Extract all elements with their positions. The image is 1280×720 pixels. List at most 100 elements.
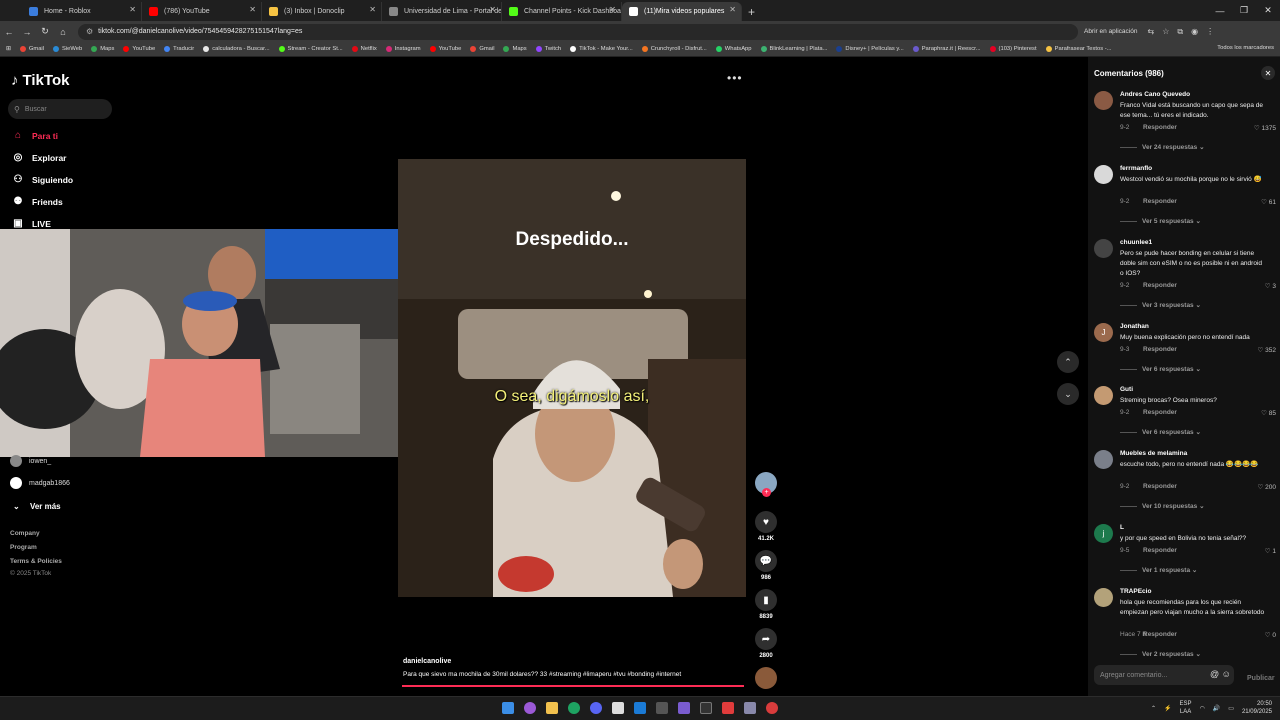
publish-button[interactable]: Publicar [1247,675,1275,682]
app-icon[interactable] [700,702,712,714]
close-tab-icon[interactable]: ✕ [489,5,496,14]
bookmark-item[interactable]: Paraphraz.it | Reescr... [912,46,981,52]
video-player[interactable]: Despedido... O sea, digámoslo así, [398,159,746,597]
bookmark-item[interactable]: TikTok - Make Your... [570,46,633,52]
save-button[interactable]: ▮ 8839 [755,589,777,620]
commenter-name[interactable]: Guti [1120,386,1133,393]
commenter-name[interactable]: ferrmanflo [1120,165,1152,172]
commenter-name[interactable]: Jonathan [1120,323,1149,330]
commenter-name[interactable]: L [1120,524,1124,531]
home-button[interactable]: ⌂ [54,27,72,37]
bookmark-item[interactable]: Crunchyroll - Disfrut... [641,46,707,52]
open-in-app-button[interactable]: Abrir en aplicación [1084,28,1137,35]
discord-icon[interactable] [590,702,602,714]
comment-like-button[interactable]: ♡ 200 [1258,483,1277,491]
view-replies-button[interactable]: Ver 3 respuestas ⌄ [1120,301,1201,309]
profile-icon[interactable]: ◉ [1191,27,1198,37]
bookmark-item[interactable]: Gmail [19,46,44,52]
commenter-name[interactable]: TRAPEcio [1120,588,1151,595]
reload-button[interactable]: ↻ [36,26,54,37]
menu-icon[interactable]: ⋮ [1206,27,1214,37]
nav-explorar[interactable]: ◎ Explorar [12,152,67,163]
close-tab-icon[interactable]: ✕ [729,5,736,14]
wifi-icon[interactable]: ◠ [1200,705,1205,712]
footer-terms[interactable]: Terms & Policies [10,558,62,565]
bookmark-item[interactable]: Gmail [470,46,494,52]
close-tab-icon[interactable]: ✕ [249,5,256,14]
battery-icon[interactable]: ▭ [1228,705,1234,712]
all-bookmarks-button[interactable]: Todos los marcadores [1217,45,1274,51]
more-options-icon[interactable]: ••• [727,71,743,85]
view-replies-button[interactable]: Ver 6 respuestas ⌄ [1120,365,1201,373]
bookmark-item[interactable]: Instagram [385,46,421,52]
reply-button[interactable]: Responder [1143,198,1177,205]
video-author[interactable]: danielcanolive [403,658,451,665]
nav-friends[interactable]: ⚉ Friends [12,196,63,207]
following-account[interactable]: iowen_ [10,455,51,467]
browser-tab[interactable]: Channel Points - Kick Dashboa ✕ [502,2,622,21]
share-button[interactable]: ➦ 2800 [755,628,777,659]
music-disc[interactable] [755,667,777,689]
bookmark-item[interactable]: BlinkLearning | Plata... [760,46,827,52]
file-explorer-icon[interactable] [546,702,558,714]
bookmark-item[interactable]: Netflix [351,46,377,52]
commenter-avatar[interactable] [1094,588,1113,607]
bookmark-item[interactable]: Traducir [164,46,194,52]
volume-icon[interactable]: 🔊 [1213,705,1220,712]
start-icon[interactable] [502,702,514,714]
reply-button[interactable]: Responder [1143,483,1177,490]
bookmark-item[interactable]: Twitch [535,46,561,52]
bookmark-item[interactable]: SieWeb [53,46,82,52]
app-icon[interactable] [612,702,624,714]
comment-like-button[interactable]: ♡ 61 [1261,198,1276,206]
nav-para-ti[interactable]: ⌂ Para ti [12,130,58,141]
browser-tab[interactable]: Home - Roblox ✕ [22,2,142,21]
steam-icon[interactable] [634,702,646,714]
comment-button[interactable]: 💬 986 [755,550,777,581]
like-button[interactable]: ♥ 41.2K [755,511,777,542]
browser-tab[interactable]: (786) YouTube ✕ [142,2,262,21]
commenter-avatar[interactable] [1094,450,1113,469]
view-replies-button[interactable]: Ver 2 respuestas ⌄ [1120,650,1201,658]
bookmark-item[interactable]: calculadora - Buscar... [203,46,270,52]
bookmark-item[interactable]: Parafrasear Textos -... [1045,46,1112,52]
view-replies-button[interactable]: Ver 5 respuestas ⌄ [1120,217,1201,225]
bookmark-item[interactable]: Disney+ | Películas y... [836,46,904,52]
settings-icon[interactable] [744,702,756,714]
reply-button[interactable]: Responder [1143,346,1177,353]
comment-like-button[interactable]: ♡ 1375 [1254,124,1276,132]
chevron-up-icon[interactable]: ⌃ [1151,705,1156,712]
view-replies-button[interactable]: Ver 24 respuestas ⌄ [1120,143,1205,151]
commenter-avatar[interactable] [1094,91,1113,110]
browser-tab[interactable]: (11)Mira videos populares ✕ [622,2,742,21]
url-field[interactable]: ⚙ tiktok.com/@danielcanolive/video/75454… [78,23,1078,40]
commenter-avatar[interactable] [1094,239,1113,258]
apps-icon[interactable]: ⊞ [6,46,11,52]
comment-like-button[interactable]: ♡ 3 [1265,282,1276,290]
back-button[interactable]: ← [0,27,18,37]
browser-tab[interactable]: (3) Inbox | Donoclip ✕ [262,2,382,21]
calculator-icon[interactable] [656,702,668,714]
nav-live[interactable]: ▣ LIVE [12,218,51,229]
bookmark-item[interactable]: (103) Pinterest [989,46,1037,52]
maximize-button[interactable]: ❐ [1232,0,1256,21]
site-info-icon[interactable]: ⚙ [86,27,93,36]
footer-company[interactable]: Company [10,530,40,537]
app-icon[interactable] [678,702,690,714]
video-progress-bar[interactable] [402,685,744,687]
reply-button[interactable]: Responder [1143,282,1177,289]
commenter-avatar[interactable] [1094,165,1113,184]
follow-plus-icon[interactable]: + [762,488,771,497]
close-comments-button[interactable]: ✕ [1261,66,1275,80]
bookmark-item[interactable]: YouTube [429,46,461,52]
app-icon[interactable] [766,702,778,714]
reply-button[interactable]: Responder [1143,409,1177,416]
close-tab-icon[interactable]: ✕ [369,5,376,14]
next-video-button[interactable]: ⌄ [1057,383,1079,405]
close-tab-icon[interactable]: ✕ [609,5,616,14]
nav-siguiendo[interactable]: ⚇ Siguiendo [12,174,74,185]
bookmark-item[interactable]: Maps [503,46,527,52]
browser-tab[interactable]: Universidad de Lima - Portal de ✕ [382,2,502,21]
app-icon[interactable] [722,702,734,714]
view-replies-button[interactable]: Ver 1 respuesta ⌄ [1120,566,1197,574]
